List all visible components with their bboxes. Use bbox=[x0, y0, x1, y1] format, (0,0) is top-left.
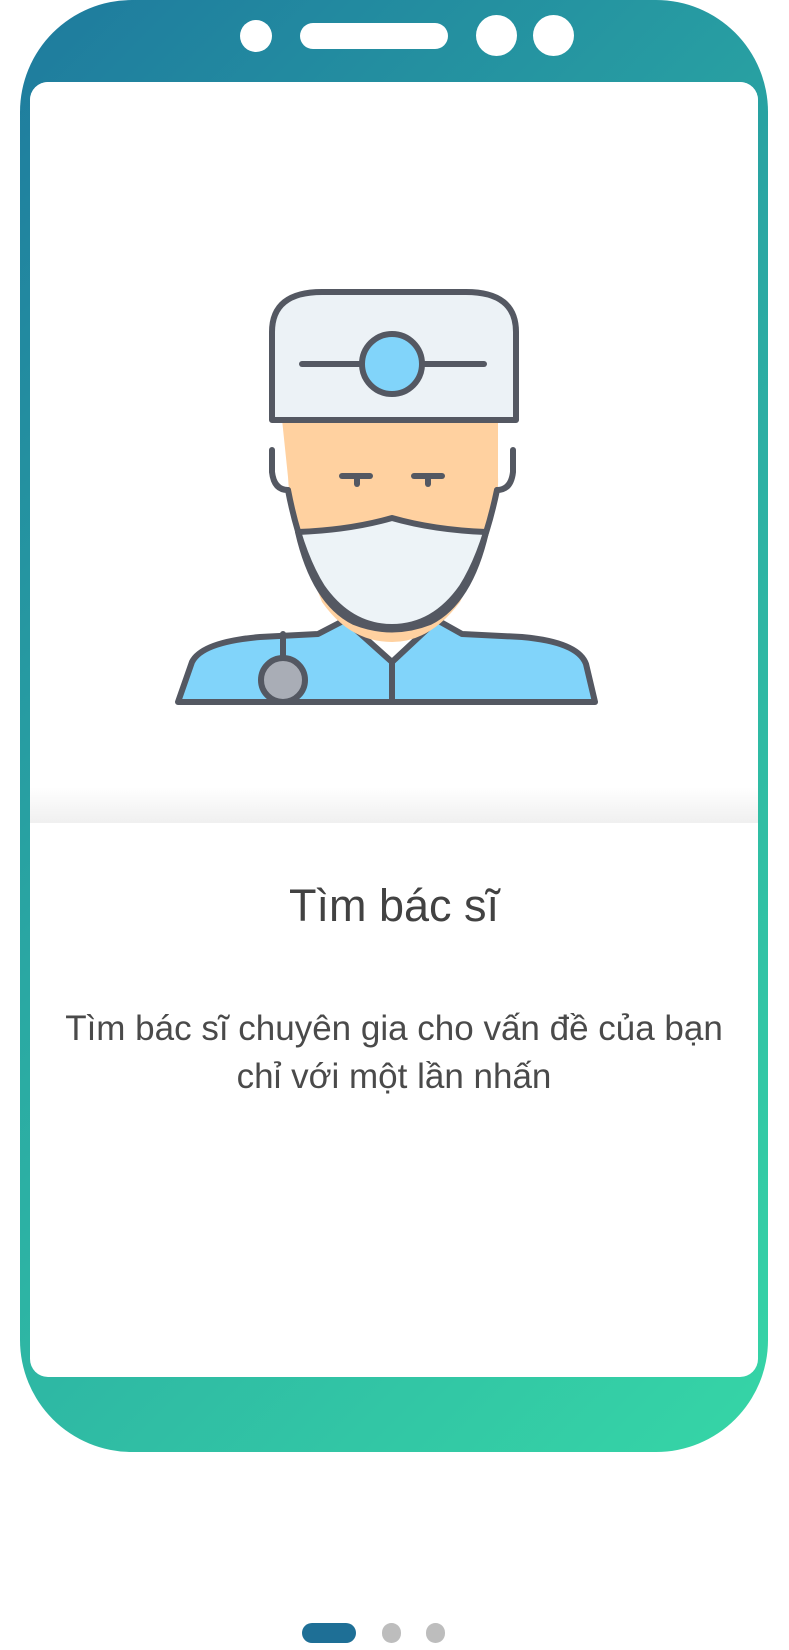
sensor-dot-1 bbox=[476, 15, 517, 56]
phone-frame bbox=[20, 0, 768, 1452]
sensor-dot-2 bbox=[533, 15, 574, 56]
page-dot-3[interactable] bbox=[426, 1623, 445, 1643]
doctor-icon bbox=[175, 289, 598, 705]
speaker-grille bbox=[300, 23, 448, 49]
onboarding-title: Tìm bác sĩ bbox=[288, 880, 500, 931]
onboarding-description: Tìm bác sĩ chuyên gia cho vấn đề của bạn… bbox=[65, 1009, 723, 1096]
page-dot-2[interactable] bbox=[382, 1623, 401, 1643]
illustration-area bbox=[30, 82, 758, 822]
page-dot-1-active[interactable] bbox=[302, 1623, 356, 1643]
front-camera-dot bbox=[240, 20, 272, 52]
page-indicator bbox=[0, 1623, 789, 1643]
illustration-divider-shadow bbox=[30, 787, 758, 823]
phone-screen bbox=[30, 82, 758, 1377]
